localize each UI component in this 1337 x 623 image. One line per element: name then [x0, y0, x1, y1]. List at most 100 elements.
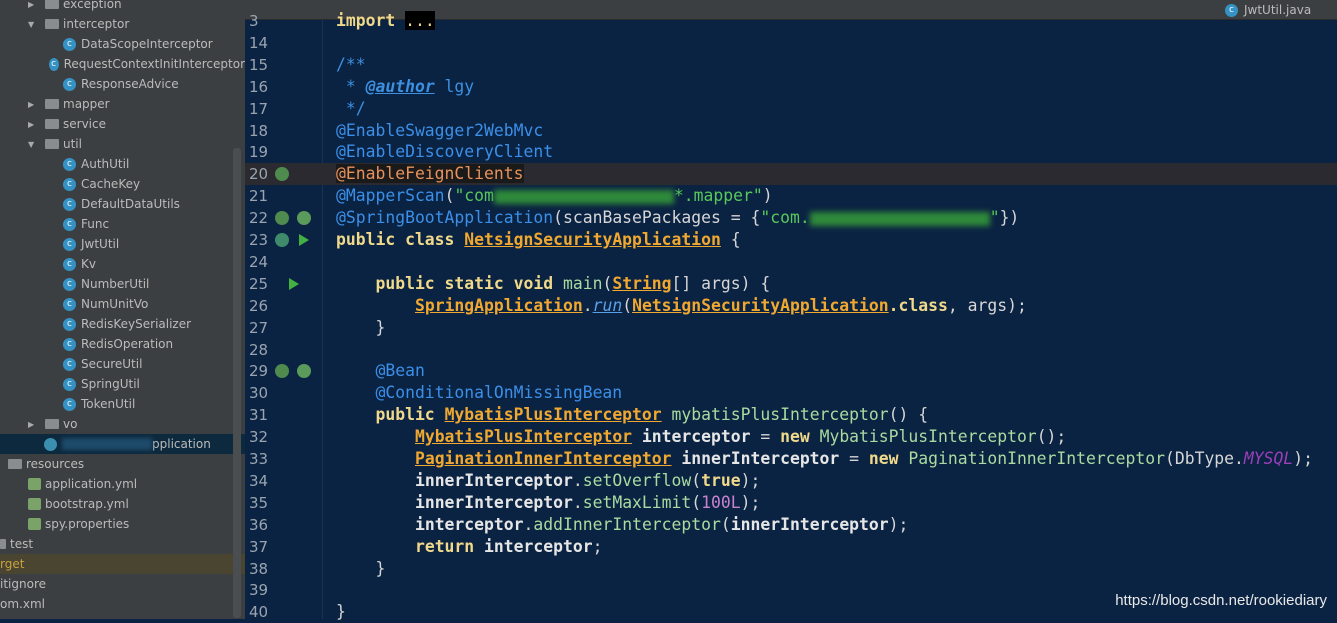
tree-item[interactable]: c RedisOperation	[0, 334, 245, 354]
tree-item[interactable]: ▶ service	[0, 114, 245, 134]
code-line[interactable]: 33 PaginationInnerInterceptor innerInter…	[245, 448, 1337, 470]
tree-item[interactable]: ▶ mapper	[0, 94, 245, 114]
code-token: MybatisPlusInterceptor	[414, 427, 633, 447]
tree-item[interactable]: c RedisKeySerializer	[0, 314, 245, 334]
project-tree-scrollbar[interactable]	[233, 148, 241, 618]
chevron-down-icon[interactable]: ▼	[28, 140, 38, 149]
tree-item[interactable]: rget	[0, 554, 245, 574]
project-tree[interactable]: ▶ exception ▼ interceptor c DataScopeIntercep…	[0, 0, 245, 619]
code-token: "	[989, 208, 1000, 228]
code-line[interactable]: 15 /**	[245, 54, 1337, 76]
tree-item[interactable]: om.xml	[0, 594, 245, 614]
chevron-right-icon[interactable]: ▶	[28, 100, 38, 109]
chevron-right-icon[interactable]: ▶	[28, 0, 38, 9]
code-line[interactable]: 19 @EnableDiscoveryClient	[245, 141, 1337, 163]
line-number: 22	[249, 209, 269, 228]
code-token: (	[691, 492, 702, 512]
tree-item-label: rget	[0, 557, 25, 571]
tree-item[interactable]: resources	[0, 454, 245, 474]
folder-icon	[45, 419, 59, 429]
tree-item[interactable]: ▶ vo	[0, 414, 245, 434]
class-icon: c	[63, 297, 76, 311]
tree-item[interactable]: c NumUnitVo	[0, 294, 245, 314]
tree-item[interactable]: c CacheKey	[0, 174, 245, 194]
code-line[interactable]: 28	[245, 339, 1337, 361]
bean-icon[interactable]	[297, 364, 311, 379]
tree-item[interactable]: c DataScopeInterceptor	[0, 34, 245, 54]
code-token: =	[750, 427, 781, 447]
tree-item[interactable]: test	[0, 534, 245, 554]
chevron-right-icon[interactable]: ▶	[28, 120, 38, 129]
code-line[interactable]: 20 @EnableFeignClients	[245, 163, 1337, 186]
tree-item[interactable]: c JwtUtil	[0, 234, 245, 254]
tree-item[interactable]: c TokenUtil	[0, 394, 245, 414]
code-line[interactable]: 24	[245, 251, 1337, 273]
tree-item[interactable]: c ResponseAdvice	[0, 74, 245, 94]
chevron-down-icon[interactable]: ▼	[28, 20, 38, 29]
code-line[interactable]: 36 interceptor.addInnerInterceptor(inner…	[245, 514, 1337, 536]
tree-item[interactable]: application.yml	[0, 474, 245, 494]
code-line[interactable]: 29 @Bean	[245, 360, 1337, 382]
search-icon[interactable]	[275, 364, 289, 379]
code-text: */	[336, 98, 366, 120]
code-token: MybatisPlusInterceptor	[444, 405, 662, 425]
code-line[interactable]: 23 public class NetsignSecurityApplicatio…	[245, 229, 1337, 251]
tree-item-label: pplication	[152, 437, 211, 451]
code-text: public static void main(String[] args) {	[336, 273, 770, 295]
tree-item[interactable]: ▶ exception	[0, 0, 245, 14]
code-token: innerInterceptor	[671, 449, 840, 468]
code-text: import ...	[336, 10, 435, 32]
tree-item-label: om.xml	[0, 597, 45, 611]
code-text: innerInterceptor.setMaxLimit(100L);	[336, 492, 760, 514]
code-line[interactable]: 34 innerInterceptor.setOverflow(true);	[245, 470, 1337, 492]
code-line[interactable]: 14	[245, 32, 1337, 54]
tree-item[interactable]: spy.properties	[0, 514, 245, 534]
run-icon[interactable]	[289, 277, 299, 290]
code-line[interactable]: 18 @EnableSwagger2WebMvc	[245, 120, 1337, 142]
run-icon[interactable]	[299, 234, 309, 246]
code-line[interactable]: 21 @MapperScan("com *.mapper")	[245, 185, 1337, 207]
folder-icon	[45, 99, 59, 109]
chevron-right-icon[interactable]: ▶	[28, 420, 38, 429]
tree-item[interactable]: c Kv	[0, 254, 245, 274]
code-line[interactable]: 25 public static void main(String[] args…	[245, 273, 1337, 295]
code-token: ();	[1036, 427, 1067, 447]
code-line[interactable]: 31 public MybatisPlusInterceptor mybatis…	[245, 404, 1337, 426]
tree-item-label: JwtUtil	[81, 237, 120, 251]
class-icon: c	[63, 37, 76, 51]
bean-icon[interactable]	[297, 211, 311, 226]
class-icon: c	[63, 177, 76, 191]
tree-item-label: service	[63, 117, 106, 131]
code-line[interactable]: 30 @ConditionalOnMissingBean	[245, 382, 1337, 404]
search-icon[interactable]	[275, 211, 289, 226]
tree-item[interactable]: bootstrap.yml	[0, 494, 245, 514]
tree-item[interactable]: c NumberUtil	[0, 274, 245, 294]
code-line[interactable]: 32 MybatisPlusInterceptor interceptor = …	[245, 426, 1337, 448]
code-token: (scanBasePackages = {	[553, 208, 761, 228]
search-icon[interactable]	[275, 167, 289, 182]
tree-item[interactable]: c SpringUtil	[0, 374, 245, 394]
tree-item[interactable]: c AuthUtil	[0, 154, 245, 174]
tree-item[interactable]: ▼ util	[0, 134, 245, 154]
tree-item-label: test	[10, 537, 34, 551]
code-line[interactable]: 3 import ...	[245, 10, 1337, 32]
code-line[interactable]: 26 SpringApplication.run(NetsignSecurity…	[245, 295, 1337, 317]
tree-item[interactable]: itignore	[0, 574, 245, 594]
tree-item[interactable]: c SecureUtil	[0, 354, 245, 374]
code-line[interactable]: 35 innerInterceptor.setMaxLimit(100L);	[245, 492, 1337, 514]
code-line[interactable]: 37 return interceptor;	[245, 536, 1337, 558]
line-number: 28	[249, 340, 269, 359]
tree-item[interactable]: c RequestContextInitInterceptor	[0, 54, 245, 74]
tree-item[interactable]: c Func	[0, 214, 245, 234]
code-line[interactable]: 22 @SpringBootApplication(scanBasePackage…	[245, 207, 1337, 229]
code-line[interactable]: 17 */	[245, 98, 1337, 120]
code-line[interactable]: 16 * @author lgy	[245, 76, 1337, 98]
code-line[interactable]: 27 }	[245, 317, 1337, 339]
tree-item[interactable]: pplication	[0, 434, 245, 454]
tree-item[interactable]: c DefaultDataUtils	[0, 194, 245, 214]
tree-item[interactable]: ▼ interceptor	[0, 14, 245, 34]
code-line[interactable]: 38 }	[245, 558, 1337, 580]
boot-icon[interactable]	[275, 233, 289, 247]
